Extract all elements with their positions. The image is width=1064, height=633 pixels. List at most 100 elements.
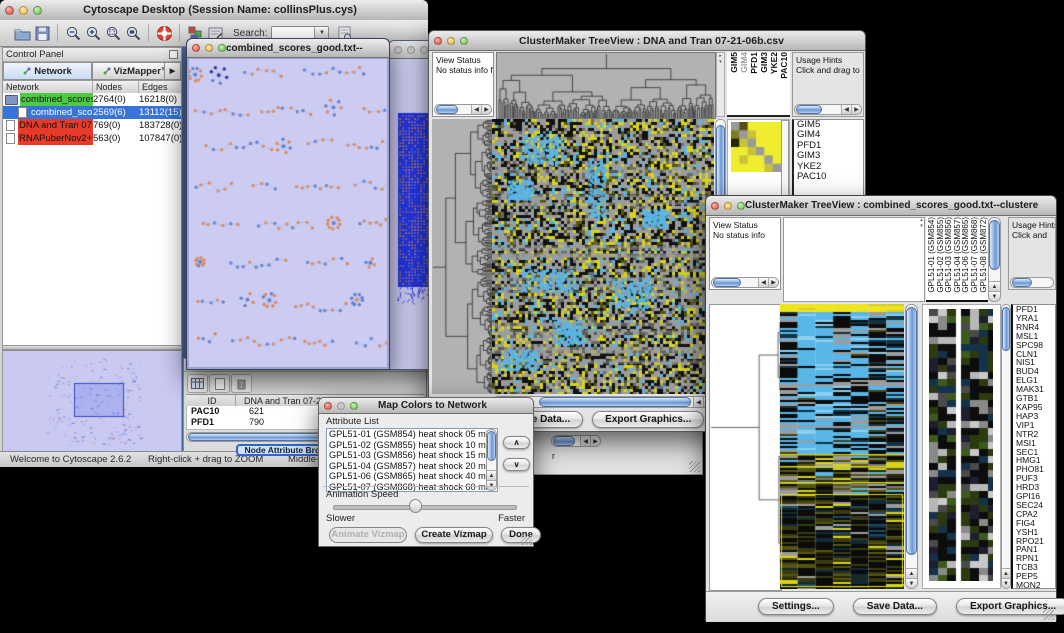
network-row[interactable]: RNAPuberNov2+ 563(0) 107847(0) [3, 132, 181, 145]
column-label[interactable]: PFD1 [749, 52, 759, 74]
zoom-icon[interactable] [737, 202, 745, 210]
tv1-usage-scrollbar[interactable]: ◀▶ [794, 104, 862, 115]
tv2-status-scrollbar[interactable]: ◀▶ [711, 277, 779, 288]
tv2-splitter-strip[interactable]: ▴▾ [918, 217, 925, 231]
column-label[interactable]: GIM3 [759, 52, 769, 73]
zoom-in-icon[interactable] [83, 23, 103, 43]
column-label[interactable]: GPL51-03 (GSM856) [944, 217, 953, 293]
select-attributes-icon[interactable] [187, 374, 208, 393]
close-icon[interactable] [192, 44, 200, 52]
attribute-list-item[interactable]: GPL51-01 (GSM854) heat shock 05 min [327, 429, 497, 440]
move-up-button[interactable]: ∧ [503, 436, 530, 449]
attribute-list-item[interactable]: GPL51-06 (GSM865) heat shock 40 min [327, 471, 497, 482]
tv1-heatmap-canvas[interactable] [492, 119, 714, 394]
minimize-icon[interactable] [447, 37, 455, 45]
open-session-icon[interactable] [12, 23, 32, 43]
zoom-icon[interactable] [350, 402, 358, 410]
tv2-row-dendrogram-canvas[interactable] [709, 304, 782, 591]
gene-id-cell: PAC10 [187, 406, 239, 417]
attribute-list-vscroll[interactable]: ▲▼ [486, 429, 497, 491]
tv1-column-labels: GIM5 GIM4 PFD1 GIM3 YKE2 PAC10 [727, 52, 790, 117]
attribute-list-item[interactable]: GPL51-04 (GSM857) heat shock 20 min [327, 461, 497, 472]
network-window-titlebar[interactable]: combined_scores_good.txt--cluste... [187, 39, 389, 58]
column-label[interactable]: GIM5 [729, 52, 739, 73]
close-icon[interactable] [5, 6, 14, 15]
gene-label[interactable]: PAC10 [794, 172, 863, 182]
tv1-row-dendrogram-canvas[interactable] [432, 119, 492, 394]
gene-label[interactable]: MON2 [1013, 581, 1055, 589]
resize-grip-icon[interactable] [521, 534, 532, 545]
column-label[interactable]: GPL51-01 (GSM854) [927, 217, 936, 293]
close-icon[interactable] [711, 202, 719, 210]
network-row[interactable]: combined_sco 2569(6) 13112(15) [3, 106, 181, 119]
tv2-genelist-vscroll[interactable]: ▲▼ [1001, 304, 1011, 589]
close-icon[interactable] [394, 46, 402, 54]
network-name: combined_scores [20, 93, 93, 106]
minimize-icon[interactable] [19, 6, 28, 15]
network-nodes-count: 769(0) [93, 119, 139, 132]
dialog-titlebar[interactable]: Map Colors to Network [319, 398, 533, 414]
column-label[interactable]: GPL51-02 (GSM855) [936, 217, 945, 293]
zoom-icon[interactable] [33, 6, 42, 15]
network-view-canvas[interactable] [189, 59, 387, 367]
tv1-mini-heatmap-canvas[interactable] [731, 122, 781, 172]
zoom-out-icon[interactable] [63, 23, 83, 43]
treeview2-titlebar[interactable]: ClusterMaker TreeView : combined_scores_… [706, 196, 1056, 216]
close-icon[interactable] [434, 37, 442, 45]
tv2-usage-scrollbar[interactable] [1010, 277, 1054, 288]
minimize-icon[interactable] [205, 44, 213, 52]
delete-attribute-trash-icon[interactable] [231, 374, 252, 393]
zoom-icon[interactable] [460, 37, 468, 45]
network-row[interactable]: DNA and Tran 07 769(0) 183728(0) [3, 119, 181, 132]
dialog-button[interactable]: Create Vizmap [415, 527, 493, 543]
help-lifesaver-icon[interactable] [154, 23, 174, 43]
float-panel-icon[interactable] [169, 50, 178, 59]
close-icon[interactable] [324, 402, 332, 410]
tv1-splitter-strip[interactable]: ▸▾ [716, 52, 725, 117]
treeview1-titlebar[interactable]: ClusterMaker TreeView : DNA and Tran 07-… [429, 31, 865, 51]
resize-grip-icon[interactable] [689, 461, 700, 472]
minimize-icon[interactable] [407, 46, 415, 54]
attribute-list-item[interactable]: GPL51-02 (GSM855) heat shock 10 min [327, 440, 497, 451]
column-label[interactable]: YKE2 [769, 52, 779, 74]
tv1-column-dendrogram-canvas[interactable] [496, 52, 716, 119]
minimize-icon[interactable] [724, 202, 732, 210]
network-overview-canvas[interactable] [3, 351, 181, 451]
column-label[interactable]: GIM4 [739, 52, 749, 73]
column-label[interactable]: PAC10 [779, 52, 789, 79]
zoom-fit-icon[interactable] [123, 23, 143, 43]
zoom-selected-icon[interactable] [103, 23, 123, 43]
save-session-icon[interactable] [32, 23, 52, 43]
speed-slider-track[interactable] [333, 505, 517, 510]
usage-hints-title: Usage Hints [793, 53, 863, 65]
dialog-button[interactable]: Animate Vizmap [329, 527, 407, 543]
treeview-action-button[interactable]: Settings... [758, 598, 834, 615]
main-titlebar[interactable]: Cytoscape Desktop (Session Name: collins… [0, 0, 428, 21]
tv2-subheatmap-canvas[interactable] [929, 309, 993, 581]
network-overview-panel[interactable] [3, 350, 181, 450]
fragment-scrollbar[interactable]: ◀▶ [551, 435, 601, 447]
tv2-heatmap-canvas[interactable] [780, 304, 904, 589]
treeview-action-button[interactable]: Export Graphics... [592, 411, 704, 428]
tv2-column-dendrogram-area[interactable] [783, 217, 925, 302]
tab-label: Network [34, 66, 71, 77]
zoom-icon[interactable] [420, 46, 428, 54]
new-attribute-icon[interactable] [209, 374, 230, 393]
tv2-labels-vscroll[interactable]: ▲▼ [988, 217, 1001, 302]
move-down-button[interactable]: ∨ [503, 458, 530, 471]
treeview-action-button[interactable]: Save Data... [853, 598, 937, 615]
tv1-status-scrollbar[interactable]: ◀▶ [434, 104, 492, 115]
attribute-list-item[interactable]: GPL51-03 (GSM856) heat shock 15 min [327, 450, 497, 461]
more-tabs-button[interactable]: ▶ [164, 62, 181, 80]
minimize-icon[interactable] [337, 402, 345, 410]
control-panel-tab[interactable]: Network [3, 62, 92, 80]
tv2-gene-list: PFD1 YRA1 RNR4 MSL1 SPC98 CLN1 NIS1 BUD4… [1011, 304, 1056, 589]
column-label[interactable]: GPL51-07 (GSM868) [970, 217, 979, 293]
speed-slider-thumb[interactable] [409, 499, 422, 513]
zoom-icon[interactable] [218, 44, 226, 52]
tv2-heatmap-vscroll[interactable]: ▲▼ [905, 304, 918, 589]
column-label[interactable]: GPL51-08 (GSM872) [979, 217, 988, 293]
resize-grip-icon[interactable] [1043, 609, 1054, 620]
column-label[interactable]: GPL51-06 (GSM865) [961, 217, 970, 293]
network-row[interactable]: combined_scores 2764(0) 16218(0) [3, 93, 181, 106]
